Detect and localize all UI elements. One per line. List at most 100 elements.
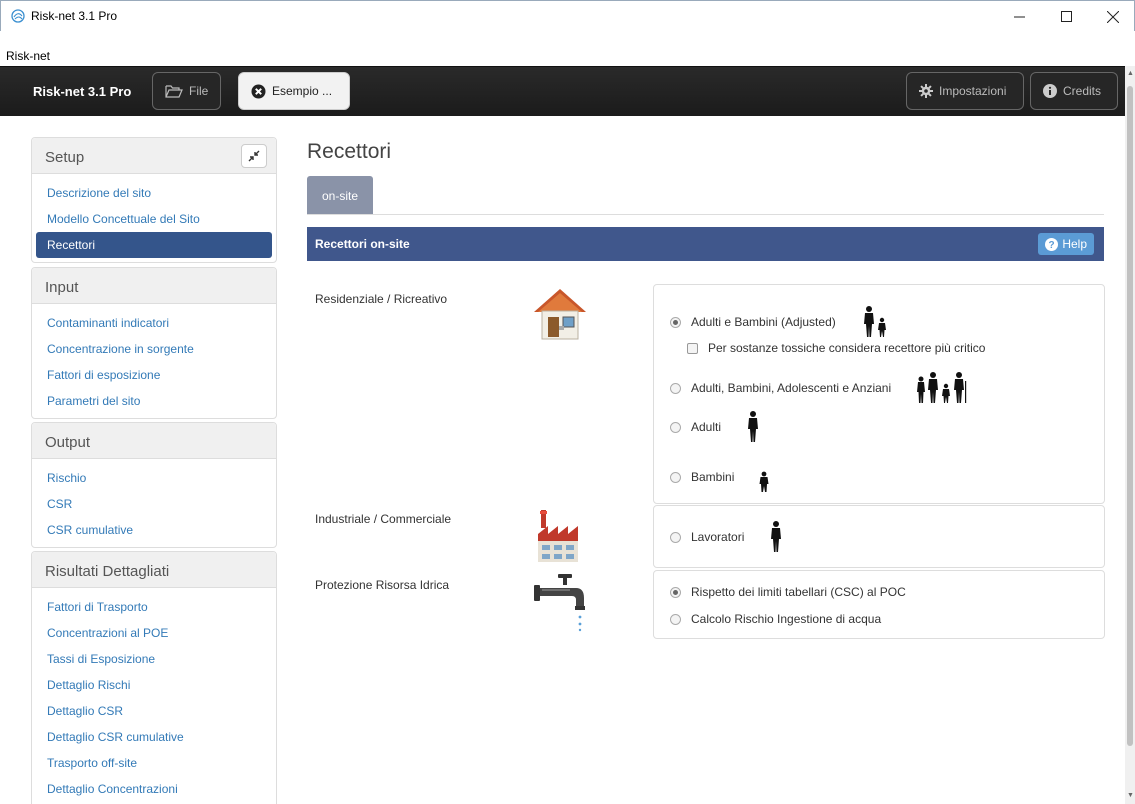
option-adulti[interactable]: Adulti [670, 411, 761, 443]
settings-label: Impostazioni [939, 84, 1007, 98]
menu-risknet[interactable]: Risk-net [6, 49, 50, 63]
option-rispetto-limiti[interactable]: Rispetto dei limiti tabellari (CSC) al P… [670, 585, 906, 599]
house-icon [534, 289, 586, 340]
vertical-scrollbar[interactable]: ▲ ▼ [1125, 66, 1135, 804]
family-icon [917, 372, 967, 403]
sidebar-item-parametri[interactable]: Parametri del sito [36, 388, 272, 414]
navbar: Risk-net 3.1 Pro File Esempio ... Impost… [0, 66, 1125, 116]
scroll-up-icon[interactable]: ▲ [1127, 70, 1134, 77]
option-label: Lavoratori [691, 530, 745, 544]
radio-adulti-bambini-adjusted[interactable] [670, 316, 681, 328]
sidebar-item-recettori[interactable]: Recettori [36, 232, 272, 258]
radio-adulti-bambini-adolescenti-anziani[interactable] [670, 382, 681, 394]
child-icon [759, 471, 769, 492]
scroll-down-icon[interactable]: ▼ [1127, 792, 1134, 799]
brand: Risk-net 3.1 Pro [33, 84, 132, 99]
checkbox-toxic-critical[interactable]: Per sostanze tossiche considera recettor… [687, 341, 985, 355]
svg-text:?: ? [1049, 240, 1055, 251]
credits-label: Credits [1063, 84, 1102, 98]
detailed-title: Risultati Dettagliati [45, 563, 170, 580]
sidebar-item-dettaglio-rischi[interactable]: Dettaglio Rischi [36, 672, 272, 698]
close-button[interactable] [1090, 1, 1135, 32]
sidebar-item-csr[interactable]: CSR [36, 491, 272, 517]
sidebar-item-concentrazione[interactable]: Concentrazione in sorgente [36, 336, 272, 362]
option-bambini[interactable]: Bambini [670, 461, 770, 493]
file-label: File [189, 84, 209, 98]
residential-label: Residenziale / Ricreativo [315, 292, 448, 306]
option-adulti-bambini-adjusted[interactable]: Adulti e Bambini (Adjusted) [670, 306, 890, 338]
radio-rispetto-limiti[interactable] [670, 586, 681, 598]
input-panel: Input Contaminanti indicatori Concentraz… [31, 267, 277, 419]
tab-on-site[interactable]: on-site [307, 176, 373, 215]
option-label: Rispetto dei limiti tabellari (CSC) al P… [691, 585, 906, 599]
industrial-label: Industriale / Commerciale [315, 512, 452, 526]
option-adulti-bambini-adolescenti-anziani[interactable]: Adulti, Bambini, Adolescenti e Anziani [670, 372, 975, 404]
question-circle-icon: ? [1045, 237, 1059, 251]
sidebar-item-fattori-trasporto[interactable]: Fattori di Trasporto [36, 594, 272, 620]
tabs-divider [307, 214, 1104, 215]
sidebar-item-dettaglio-csr-cumulative[interactable]: Dettaglio CSR cumulative [36, 724, 272, 750]
option-label: Adulti e Bambini (Adjusted) [691, 315, 836, 329]
setup-panel-header: Setup [32, 138, 276, 174]
page-title: Recettori [307, 140, 392, 163]
help-button[interactable]: ? Help [1038, 233, 1094, 255]
option-label: Calcolo Rischio Ingestione di acqua [691, 612, 882, 626]
settings-button[interactable]: Impostazioni [906, 72, 1024, 110]
maximize-button[interactable] [1043, 1, 1089, 32]
sidebar-item-descrizione[interactable]: Descrizione del sito [36, 180, 272, 206]
option-lavoratori[interactable]: Lavoratori [670, 521, 784, 553]
output-title: Output [45, 434, 91, 451]
sidebar-item-trasporto-offsite[interactable]: Trasporto off-site [36, 750, 272, 776]
checkbox-label: Per sostanze tossiche considera recettor… [708, 341, 986, 355]
option-label: Adulti, Bambini, Adolescenti e Anziani [691, 381, 892, 395]
compress-icon [248, 150, 260, 162]
example-button[interactable]: Esempio ... [238, 72, 350, 110]
file-button[interactable]: File [152, 72, 222, 110]
sidebar-item-modello[interactable]: Modello Concettuale del Sito [36, 206, 272, 232]
help-label: Help [1062, 237, 1087, 251]
sidebar-item-tassi-esposizione[interactable]: Tassi di Esposizione [36, 646, 272, 672]
checkbox-box[interactable] [687, 342, 698, 354]
example-label: Esempio ... [272, 84, 333, 98]
adult-icon [748, 411, 759, 442]
radio-lavoratori[interactable] [670, 531, 681, 543]
radio-adulti[interactable] [670, 421, 681, 433]
sidebar-item-dettaglio-concentrazioni[interactable]: Dettaglio Concentrazioni [36, 776, 272, 802]
detailed-results-panel: Risultati Dettagliati Fattori di Traspor… [31, 551, 277, 804]
collapse-button[interactable] [241, 144, 267, 168]
detailed-panel-header: Risultati Dettagliati [32, 552, 276, 588]
sidebar-item-contaminanti[interactable]: Contaminanti indicatori [36, 310, 272, 336]
window-titlebar: Risk-net 3.1 Pro [0, 0, 1135, 31]
menubar: Risk-net [0, 31, 1135, 66]
section-header: Recettori on-site ? Help [307, 227, 1104, 261]
close-circle-icon [251, 84, 266, 98]
water-label: Protezione Risorsa Idrica [315, 578, 450, 592]
sidebar-item-csr-cumulative[interactable]: CSR cumulative [36, 517, 272, 543]
input-panel-header: Input [32, 268, 276, 304]
sidebar-item-concentrazioni-poe[interactable]: Concentrazioni al POE [36, 620, 272, 646]
option-label: Bambini [691, 470, 735, 484]
faucet-icon [534, 574, 585, 632]
app-logo-icon [11, 9, 25, 23]
minimize-icon [1013, 16, 1025, 18]
option-calcolo-rischio[interactable]: Calcolo Rischio Ingestione di acqua [670, 612, 881, 626]
adult-child-icon [863, 306, 886, 337]
maximize-icon [1060, 11, 1072, 22]
output-panel-header: Output [32, 423, 276, 459]
window-title: Risk-net 3.1 Pro [31, 9, 118, 23]
sidebar-item-rischio[interactable]: Rischio [36, 465, 272, 491]
sidebar-item-dettaglio-csr[interactable]: Dettaglio CSR [36, 698, 272, 724]
section-title: Recettori on-site [315, 237, 410, 251]
radio-bambini[interactable] [670, 471, 681, 483]
worker-icon [771, 521, 782, 552]
input-title: Input [45, 279, 79, 296]
info-circle-icon [1043, 84, 1057, 98]
minimize-button[interactable] [996, 1, 1042, 32]
option-label: Adulti [691, 420, 722, 434]
scrollbar-thumb[interactable] [1127, 86, 1133, 746]
radio-calcolo-rischio[interactable] [670, 613, 681, 625]
close-icon [1107, 10, 1119, 23]
setup-title: Setup [45, 149, 85, 166]
sidebar-item-fattori-esposizione[interactable]: Fattori di esposizione [36, 362, 272, 388]
credits-button[interactable]: Credits [1030, 72, 1118, 110]
